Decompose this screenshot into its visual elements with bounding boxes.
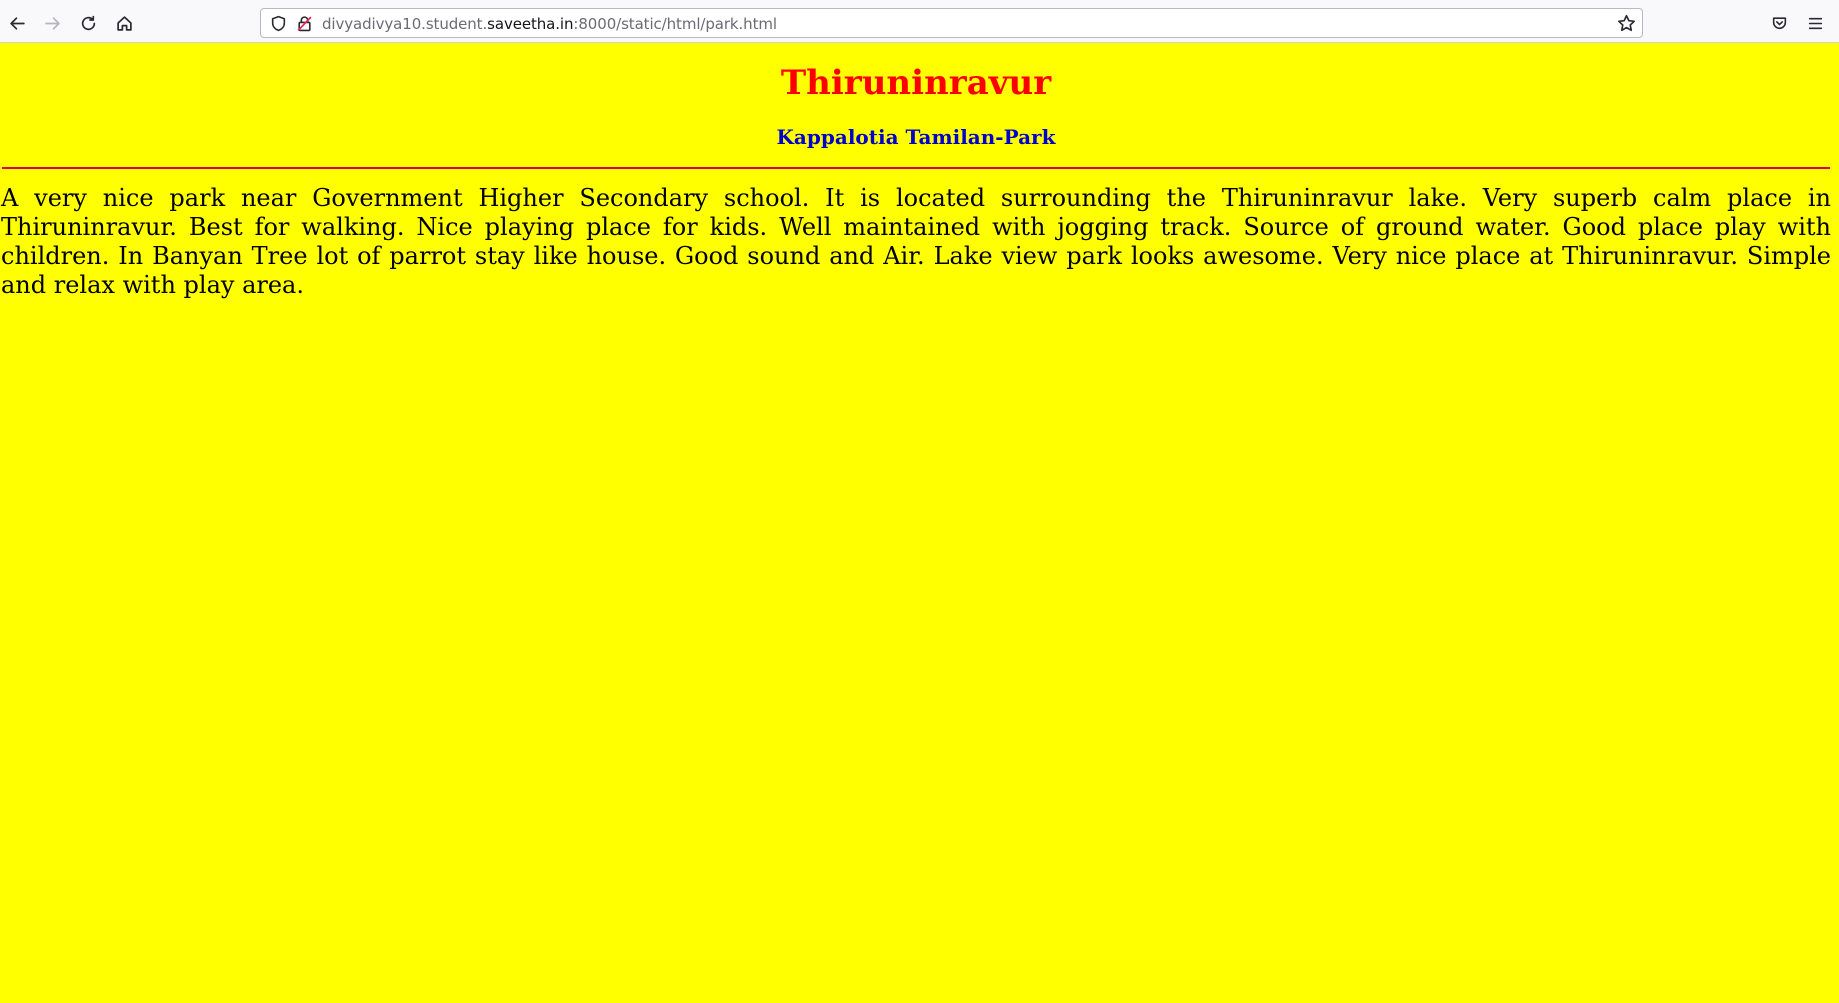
lock-icon[interactable] xyxy=(296,15,313,32)
forward-button[interactable] xyxy=(37,8,67,38)
page-subtitle: Kappalotia Tamilan-Park xyxy=(776,125,1056,149)
page-title: Thiruninravur xyxy=(780,63,1052,103)
menu-button[interactable] xyxy=(1800,8,1830,38)
url-suffix: :8000/static/html/park.html xyxy=(573,15,777,33)
url-text[interactable]: divyadivya10.student.saveetha.in:8000/st… xyxy=(322,15,777,33)
page-content: Thiruninravur Kappalotia Tamilan-Park A … xyxy=(0,43,1839,1003)
home-button[interactable] xyxy=(109,8,139,38)
reload-icon xyxy=(81,15,95,30)
browser-toolbar: divyadivya10.student.saveetha.in:8000/st… xyxy=(0,0,1839,43)
forward-icon xyxy=(44,16,60,30)
back-icon xyxy=(9,16,25,30)
url-bar[interactable]: divyadivya10.student.saveetha.in:8000/st… xyxy=(260,8,1643,38)
star-icon[interactable] xyxy=(1617,14,1636,33)
shield-icon[interactable] xyxy=(270,15,287,32)
url-domain: saveetha.in xyxy=(487,15,574,33)
park-description: A very nice park near Government Higher … xyxy=(1,184,1831,299)
horizontal-rule xyxy=(2,167,1830,169)
pocket-button[interactable] xyxy=(1764,8,1794,38)
home-icon xyxy=(116,15,132,31)
url-prefix: divyadivya10.student. xyxy=(322,15,488,33)
menu-icon xyxy=(1808,17,1822,29)
reload-button[interactable] xyxy=(73,8,103,38)
back-button[interactable] xyxy=(2,8,32,38)
pocket-icon xyxy=(1772,16,1786,29)
